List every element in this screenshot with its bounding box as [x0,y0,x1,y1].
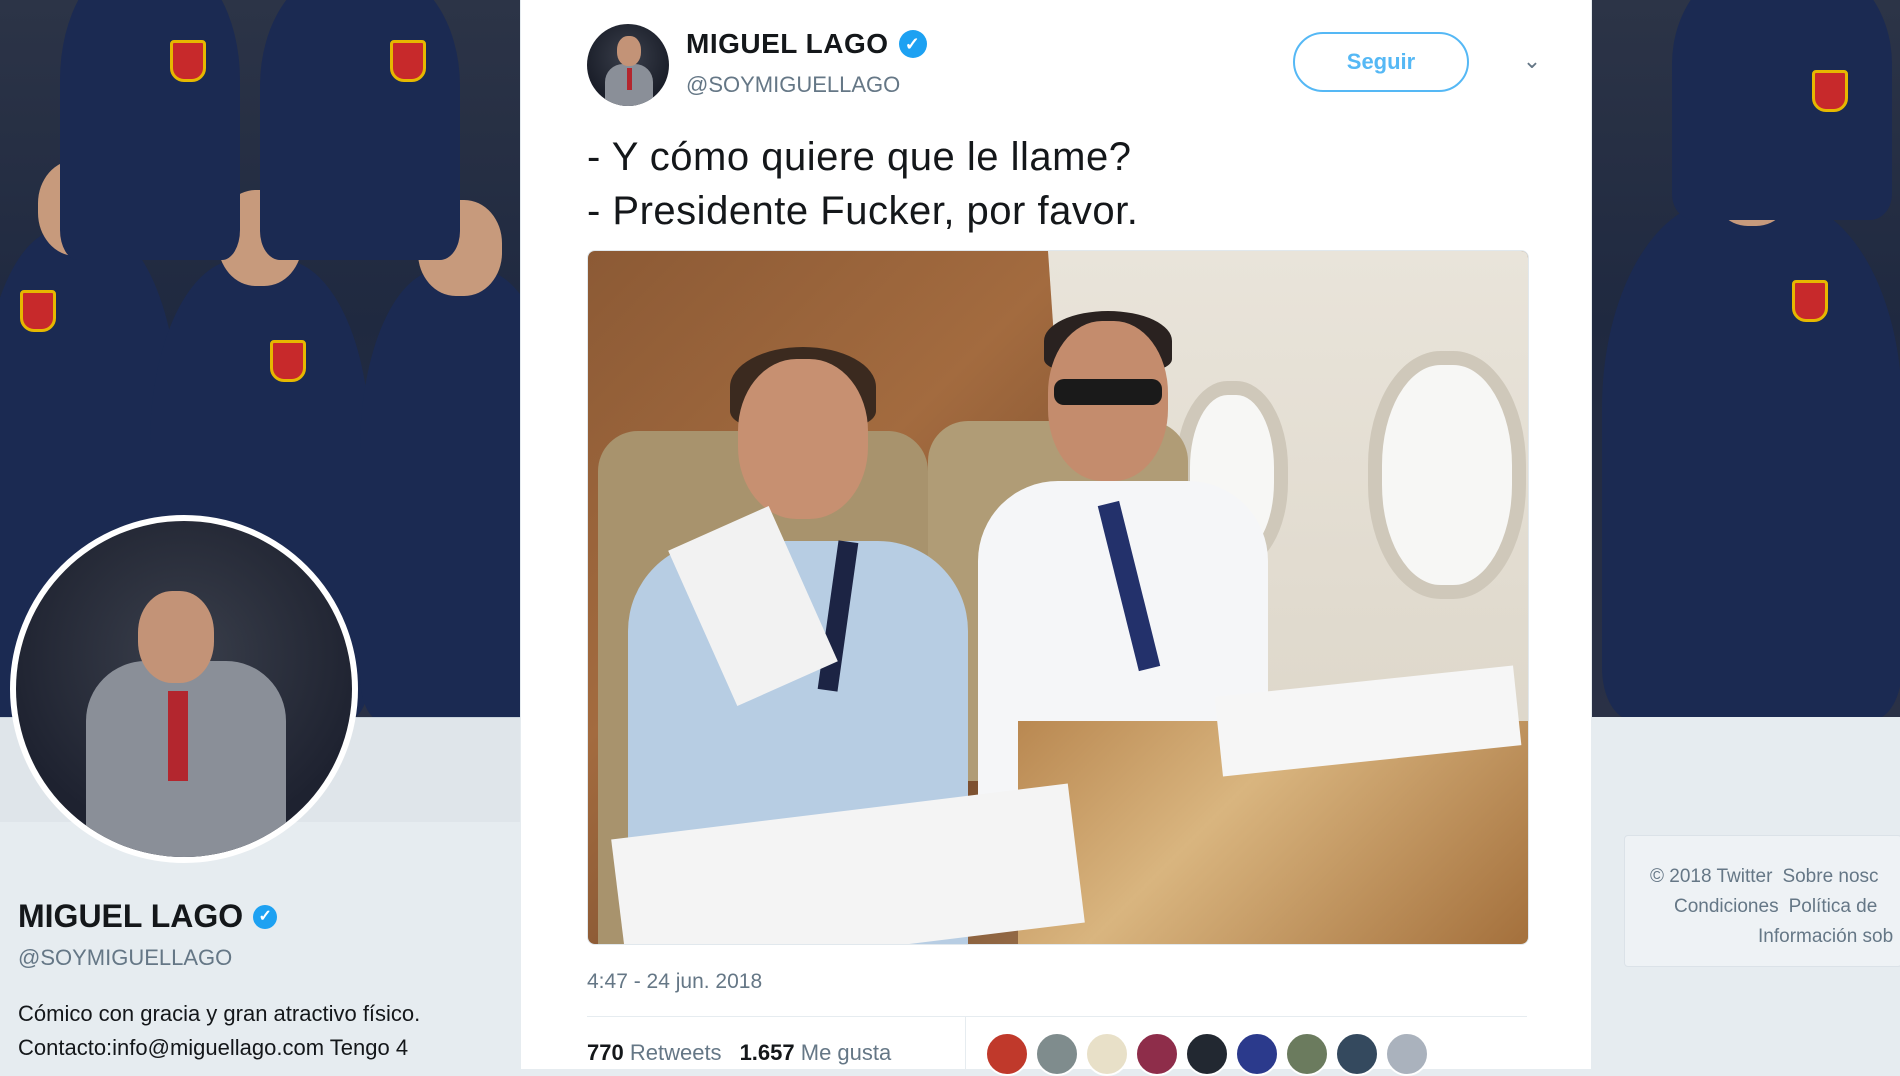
verified-badge-icon: ✓ [898,30,927,58]
liker-avatar[interactable] [1385,1032,1429,1076]
footer-row: Información sob [1650,922,1893,952]
banner-player [60,0,240,260]
likes-count: 1.657 [739,1040,795,1065]
footer-row: Condiciones Política de [1650,892,1893,922]
footer-link-terms[interactable]: Condiciones [1674,896,1779,917]
profile-bio-line: Cómico con gracia y gran atractivo físic… [18,1001,421,1026]
liker-avatar[interactable] [1235,1032,1279,1076]
liker-avatar[interactable] [1335,1032,1379,1076]
footer-link-info[interactable]: Información sob [1758,926,1893,947]
tweet-author-avatar[interactable] [587,24,669,106]
profile-avatar[interactable] [10,515,358,863]
retweets-count: 770 [587,1040,624,1065]
liker-avatar[interactable] [985,1032,1029,1076]
follow-button[interactable]: Seguir [1293,32,1469,92]
tweet-timestamp[interactable]: 4:47 - 24 jun. 2018 [587,970,762,994]
liker-avatar[interactable] [1085,1032,1129,1076]
liker-avatars [985,1032,1429,1076]
tweet-author-handle[interactable]: @SOYMIGUELLAGO [686,72,900,98]
likes-stat[interactable]: 1.657 Me gusta [740,1040,892,1066]
profile-name-text: MIGUEL LAGO [18,898,244,934]
banner-player [1672,0,1892,220]
retweets-label: Retweets [629,1040,722,1065]
divider [965,1016,966,1069]
liker-avatar[interactable] [1185,1032,1229,1076]
footer-row: © 2018 Twitter Sobre nosc [1650,862,1893,892]
chevron-down-icon[interactable]: ⌄ [1521,50,1543,72]
liker-avatar[interactable] [1035,1032,1079,1076]
profile-bio: Cómico con gracia y gran atractivo físic… [18,997,498,1065]
profile-bio-line: Contacto:info@miguellago.com Tengo 4 [18,1035,409,1060]
banner-player [1602,130,1900,717]
profile-handle[interactable]: @SOYMIGUELLAGO [18,945,232,971]
tweet-author-name-text: MIGUEL LAGO [686,28,889,59]
banner-player [360,200,520,717]
retweets-stat[interactable]: 770 Retweets [587,1040,722,1066]
liker-avatar[interactable] [1135,1032,1179,1076]
footer-link-copyright[interactable]: © 2018 Twitter [1650,866,1772,887]
tweet-card: MIGUEL LAGO ✓ @SOYMIGUELLAGO Seguir ⌄ - … [521,0,1591,1076]
likes-label: Me gusta [800,1040,892,1065]
tweet-author-name[interactable]: MIGUEL LAGO ✓ [686,28,927,60]
footer-link-privacy[interactable]: Política de [1789,896,1878,917]
banner-player [260,0,460,260]
divider [587,1016,1527,1017]
tweet-stats: 770 Retweets 1.657 Me gusta [587,1040,891,1066]
profile-banner-right [1592,0,1900,717]
verified-badge-icon: ✓ [253,904,278,929]
tweet-text: - Y cómo quiere que le llame? - Presiden… [587,135,1139,233]
liker-avatar[interactable] [1285,1032,1329,1076]
footer-links: © 2018 Twitter Sobre nosc Condiciones Polí… [1650,862,1893,952]
tweet-photo[interactable] [587,250,1529,945]
footer-link-about[interactable]: Sobre nosc [1782,866,1878,887]
profile-name[interactable]: MIGUEL LAGO ✓ [18,898,278,935]
